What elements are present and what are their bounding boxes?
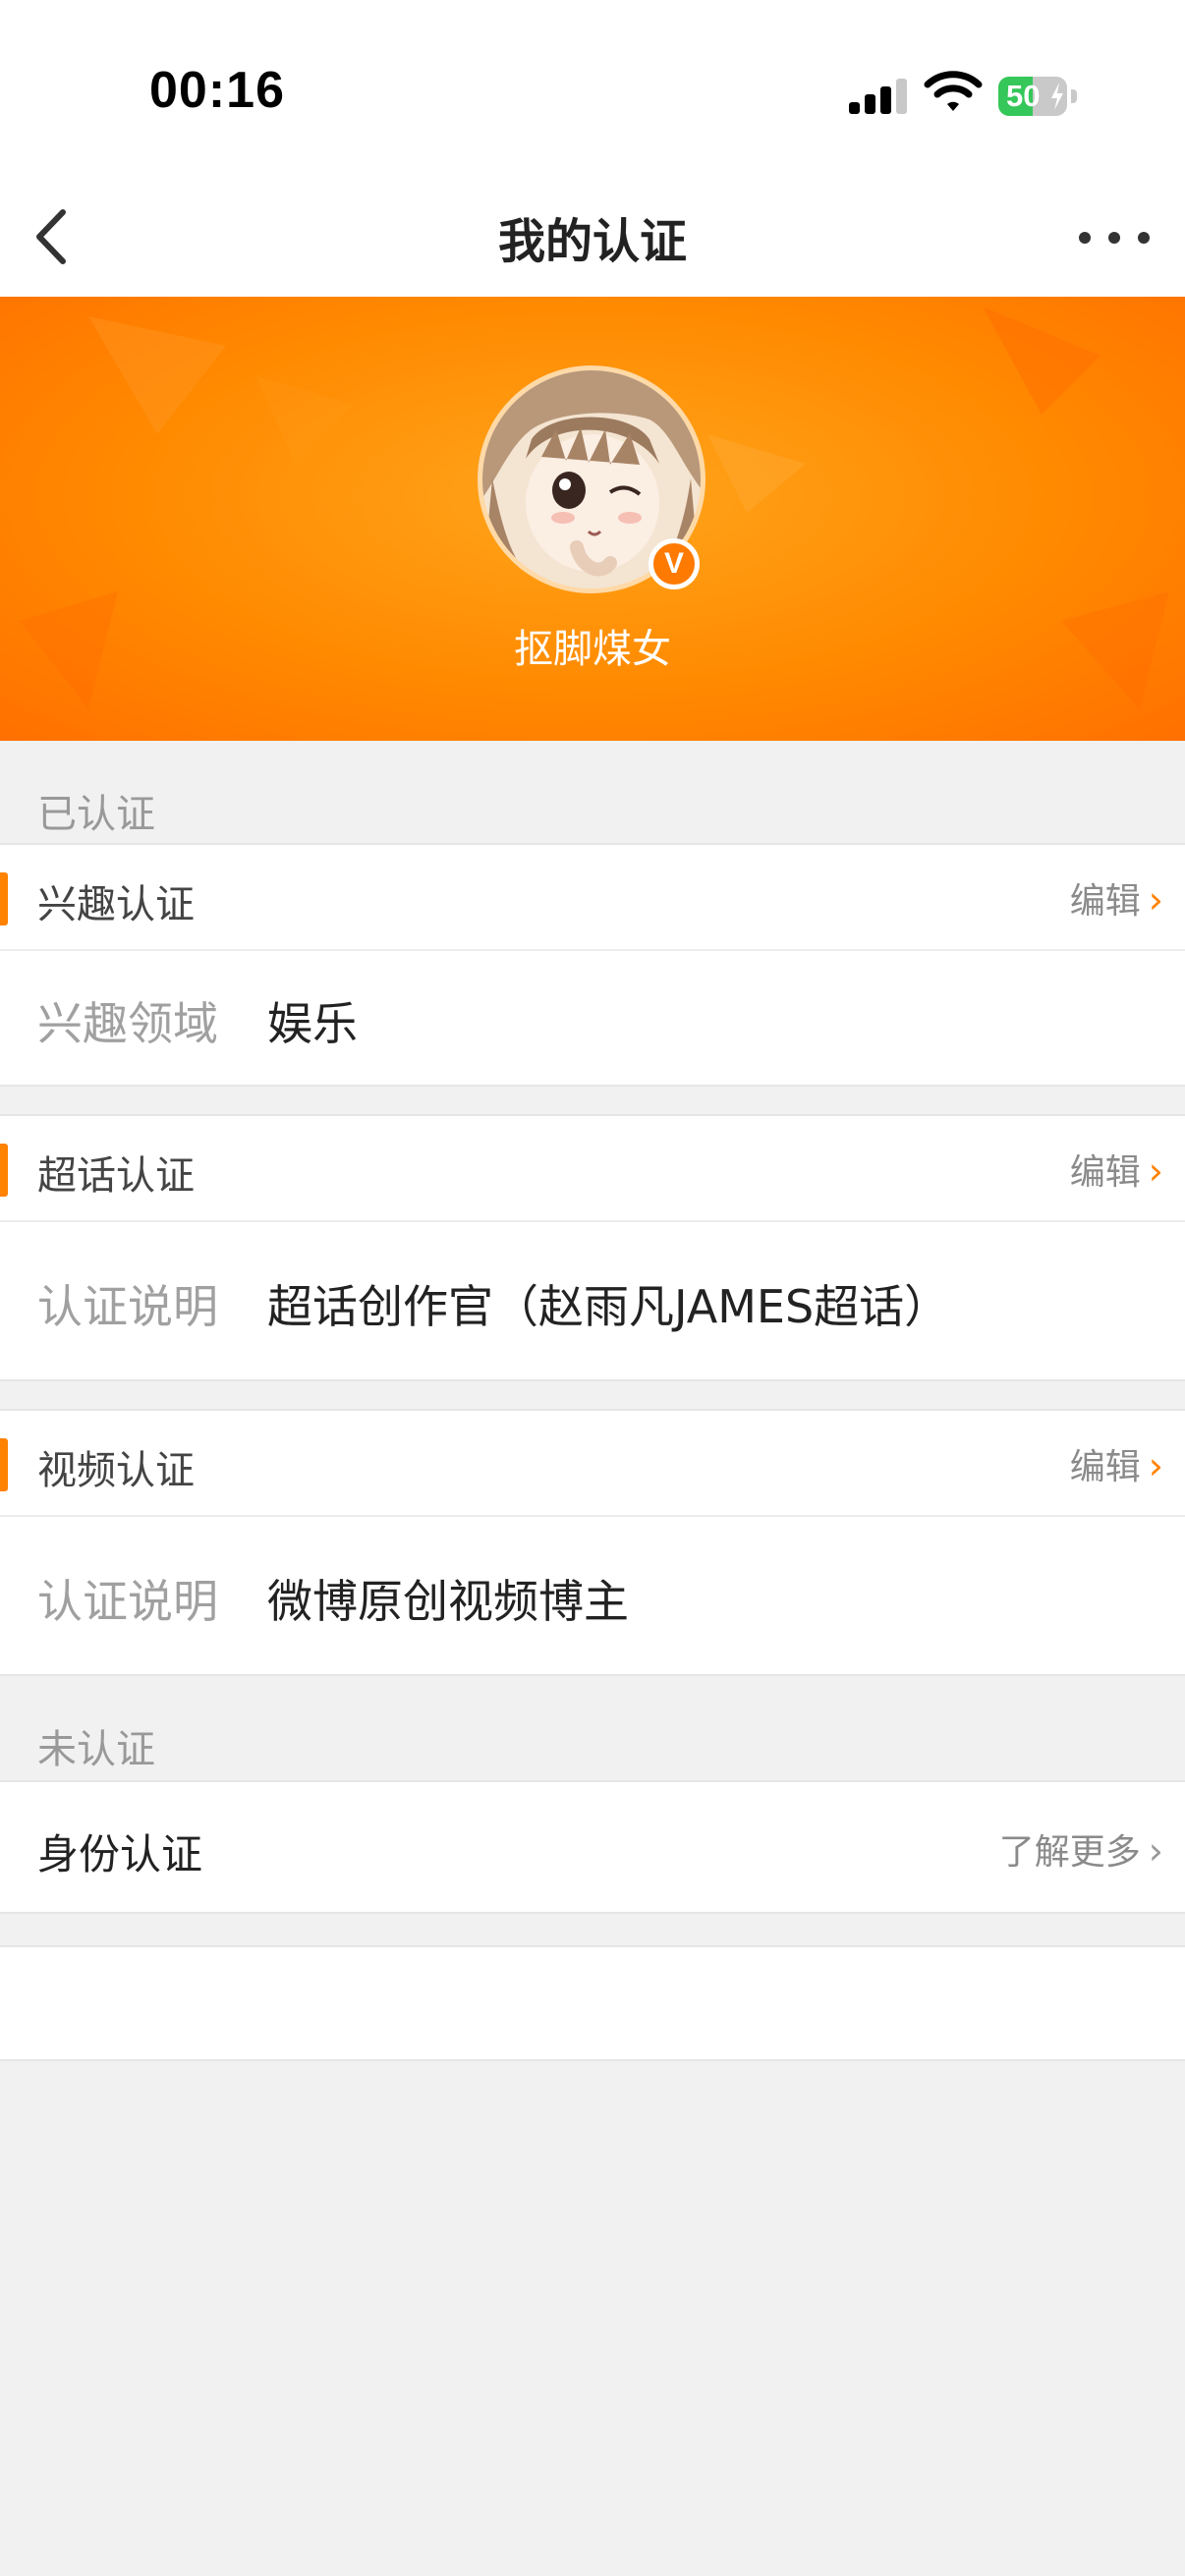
video-field-value: 微博原创视频博主 <box>267 1575 629 1628</box>
edit-label: 编辑 <box>1069 1447 1141 1487</box>
identity-cert-title: 身份认证 <box>37 1830 203 1878</box>
accent-bar <box>0 872 8 925</box>
battery-charging-icon: 50 <box>998 77 1077 116</box>
chevron-right-icon: › <box>1148 878 1163 922</box>
unverified-section-label: 未认证 <box>37 1727 155 1772</box>
verified-badge-icon: V <box>649 538 700 589</box>
supertopic-field-label: 认证说明 <box>37 1280 218 1333</box>
chevron-right-icon: › <box>1148 1444 1163 1487</box>
edit-label: 编辑 <box>1069 1152 1141 1193</box>
learn-more-label: 了解更多 <box>998 1832 1141 1873</box>
cellular-signal-icon <box>849 79 908 114</box>
verified-section-label: 已认证 <box>37 792 155 837</box>
supertopic-edit-button[interactable]: 编辑 › <box>1070 1144 1163 1195</box>
supertopic-cert-header: 超话认证 编辑 › <box>0 1116 1185 1222</box>
empty-block <box>0 1945 1185 2061</box>
learn-more-link[interactable]: 了解更多 › <box>999 1823 1163 1875</box>
more-button[interactable] <box>1071 206 1159 265</box>
battery-percent: 50 <box>1006 79 1041 113</box>
username: 抠脚煤女 <box>514 627 671 672</box>
video-cert-header: 视频认证 编辑 › <box>0 1411 1185 1517</box>
edit-label: 编辑 <box>1069 881 1141 922</box>
status-time: 00:16 <box>149 62 285 119</box>
video-field-label: 认证说明 <box>37 1575 218 1628</box>
video-edit-button[interactable]: 编辑 › <box>1070 1438 1163 1489</box>
accent-bar <box>0 1438 8 1491</box>
interest-field-value: 娱乐 <box>267 997 358 1050</box>
wifi-icon <box>924 69 983 114</box>
interest-field-label: 兴趣领域 <box>37 997 218 1050</box>
navigation-bar: 我的认证 <box>0 177 1185 297</box>
video-field-row: 认证说明 微博原创视频博主 <box>0 1517 1185 1674</box>
supertopic-field-value: 超话创作官（赵雨凡JAMES超话） <box>267 1280 950 1333</box>
identity-cert-row[interactable]: 身份认证 了解更多 › <box>0 1780 1185 1914</box>
interest-cert-card: 兴趣认证 编辑 › 兴趣领域 娱乐 <box>0 843 1185 1087</box>
supertopic-field-row: 认证说明 超话创作官（赵雨凡JAMES超话） <box>0 1222 1185 1379</box>
chevron-right-icon: › <box>1148 1149 1163 1193</box>
video-cert-title: 视频认证 <box>37 1448 195 1493</box>
interest-field-row: 兴趣领域 娱乐 <box>0 951 1185 1085</box>
chevron-right-icon: › <box>1148 1829 1163 1873</box>
status-bar: 00:16 50 <box>0 0 1185 177</box>
video-cert-card: 视频认证 编辑 › 认证说明 微博原创视频博主 <box>0 1409 1185 1676</box>
interest-cert-title: 兴趣认证 <box>37 882 195 927</box>
supertopic-cert-card: 超话认证 编辑 › 认证说明 超话创作官（赵雨凡JAMES超话） <box>0 1114 1185 1381</box>
interest-cert-header: 兴趣认证 编辑 › <box>0 845 1185 951</box>
profile-banner: V 抠脚煤女 <box>0 297 1185 741</box>
interest-edit-button[interactable]: 编辑 › <box>1070 872 1163 924</box>
accent-bar <box>0 1144 8 1197</box>
page-title: 我的认证 <box>497 214 687 269</box>
supertopic-cert-title: 超话认证 <box>37 1153 195 1199</box>
